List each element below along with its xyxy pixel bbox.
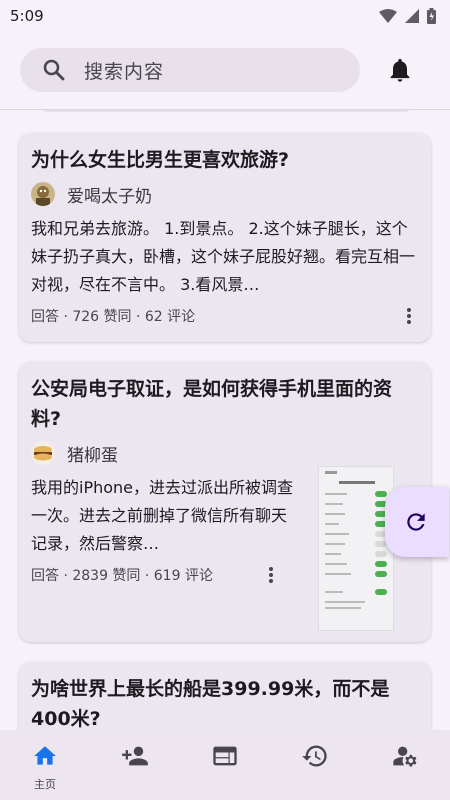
notification-bell-icon[interactable] [386, 56, 414, 84]
card-meta: 回答 · 2839 赞同 · 619 评论 [31, 568, 213, 584]
nav-pill-add-friend [107, 742, 163, 770]
home-icon [34, 746, 56, 765]
card-title[interactable]: 为啥世界上最长的船是399.99米，而不是400米? [31, 674, 419, 730]
avatar [31, 182, 55, 206]
web-icon [213, 746, 237, 766]
refresh-button[interactable] [385, 487, 449, 557]
more-vert-icon[interactable] [399, 306, 419, 326]
card-title[interactable]: 公安局电子取证，是如何获得手机里面的资料? [31, 374, 419, 434]
nav-item-history[interactable] [270, 730, 360, 800]
search-icon [43, 59, 65, 81]
feed-card[interactable]: 为什么女生比男生更喜欢旅游? 爱喝太子奶 我和兄弟去旅游。 1.到景点。 2.这… [19, 133, 431, 342]
wifi-icon [379, 9, 397, 23]
search-bar[interactable]: 搜索内容 [20, 48, 360, 92]
top-bar: 搜索内容 [0, 32, 450, 110]
answer-thumbnail-image[interactable] [318, 466, 394, 631]
card-meta-row: 回答 · 2839 赞同 · 619 评论 [31, 560, 281, 590]
person-add-icon [122, 746, 148, 766]
nav-label-home: 主页 [34, 778, 56, 791]
card-meta: 回答 · 726 赞同 · 62 评论 [31, 309, 196, 325]
status-bar: 5:09 [0, 0, 450, 32]
author-name[interactable]: 爱喝太子奶 [67, 182, 152, 207]
feed-card[interactable]: 公安局电子取证，是如何获得手机里面的资料? 猪柳蛋 我用的iPhone，进去过派… [19, 362, 431, 642]
search-placeholder[interactable]: 搜索内容 [84, 57, 164, 84]
card-meta-row: 回答 · 726 赞同 · 62 评论 [31, 301, 419, 331]
nav-item-add-friend[interactable] [90, 730, 180, 800]
card-excerpt[interactable]: 我用的iPhone，进去过派出所被调查一次。进去之前删掉了微信所有聊天记录，然后… [31, 474, 293, 558]
feed-list[interactable]: 为什么女生比男生更喜欢旅游? 爱喝太子奶 我和兄弟去旅游。 1.到景点。 2.这… [0, 110, 450, 730]
author-row: 爱喝太子奶 [31, 179, 419, 209]
nav-pill-history [287, 742, 343, 770]
nav-pill-browse [197, 742, 253, 770]
nav-pill-account [377, 742, 433, 770]
feed-card[interactable]: 为啥世界上最长的船是399.99米，而不是400米? [19, 662, 431, 730]
author-name[interactable]: 猪柳蛋 [67, 441, 118, 466]
nav-item-account[interactable] [360, 730, 450, 800]
avatar [31, 441, 55, 465]
signal-icon [405, 9, 419, 23]
previous-card-edge [38, 110, 414, 112]
nav-pill-home [17, 742, 73, 770]
battery-icon [427, 8, 436, 24]
bottom-navigation: 主页 [0, 730, 450, 800]
history-icon [302, 745, 327, 767]
manage-accounts-icon [393, 746, 417, 767]
card-excerpt[interactable]: 我和兄弟去旅游。 1.到景点。 2.这个妹子腿长，这个妹子扔子真大，卧槽，这个妹… [31, 215, 419, 299]
status-icons [379, 8, 436, 24]
card-title[interactable]: 为什么女生比男生更喜欢旅游? [31, 145, 419, 175]
nav-item-home[interactable]: 主页 [0, 730, 90, 800]
nav-item-browse[interactable] [180, 730, 270, 800]
status-time: 5:09 [10, 7, 44, 25]
refresh-icon [407, 513, 425, 531]
author-row: 猪柳蛋 [31, 438, 419, 468]
more-vert-icon[interactable] [261, 565, 281, 585]
